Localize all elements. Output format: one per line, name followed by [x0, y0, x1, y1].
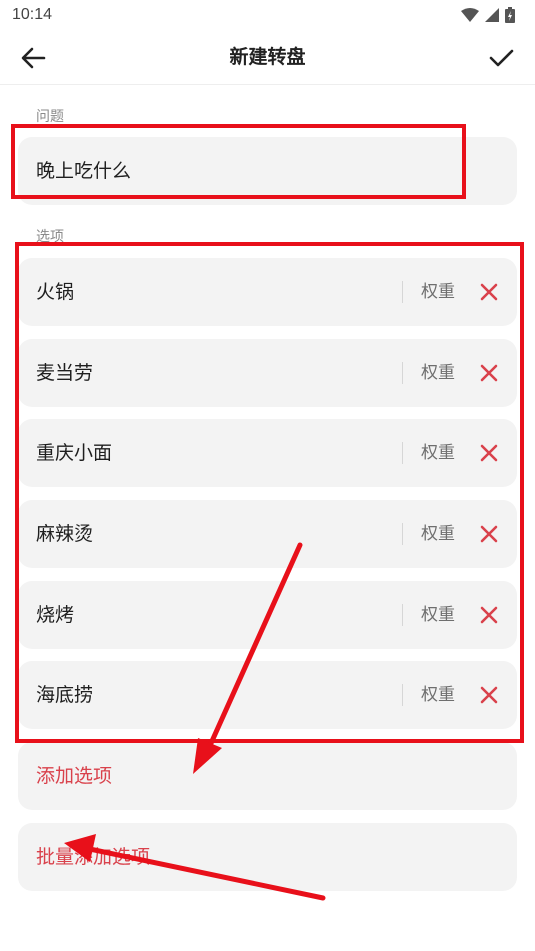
option-row: 海底捞 权重	[18, 661, 517, 729]
add-option-label: 添加选项	[36, 765, 113, 787]
weight-button[interactable]: 权重	[421, 581, 455, 649]
close-icon[interactable]	[478, 362, 500, 384]
close-icon[interactable]	[478, 604, 500, 626]
option-input[interactable]: 火锅	[36, 258, 74, 326]
batch-add-option-label: 批量添加选项	[36, 846, 151, 868]
option-row: 重庆小面 权重	[18, 419, 517, 487]
weight-button[interactable]: 权重	[421, 500, 455, 568]
wifi-icon	[461, 8, 479, 22]
option-input[interactable]: 麦当劳	[36, 339, 93, 407]
options-label: 选项	[36, 229, 64, 245]
close-icon[interactable]	[478, 281, 500, 303]
option-row: 火锅 权重	[18, 258, 517, 326]
arrow-to-add-option	[193, 542, 303, 774]
weight-button[interactable]: 权重	[421, 661, 455, 729]
option-input[interactable]: 重庆小面	[36, 419, 112, 487]
option-input[interactable]: 麻辣烫	[36, 500, 93, 568]
divider	[402, 442, 403, 464]
option-input[interactable]: 海底捞	[36, 661, 93, 729]
divider	[402, 523, 403, 545]
status-icons	[461, 7, 515, 23]
app-bar: 新建转盘	[0, 30, 535, 85]
page-title: 新建转盘	[229, 46, 306, 68]
question-label: 问题	[36, 109, 64, 125]
check-icon	[489, 49, 514, 67]
weight-button[interactable]: 权重	[421, 339, 455, 407]
batch-add-option-button[interactable]: 批量添加选项	[18, 823, 517, 891]
status-bar: 10:14	[0, 0, 535, 30]
add-option-button[interactable]: 添加选项	[18, 742, 517, 810]
divider	[402, 281, 403, 303]
question-input-value: 晚上吃什么	[36, 160, 132, 182]
option-row: 麻辣烫 权重	[18, 500, 517, 568]
close-icon[interactable]	[478, 442, 500, 464]
divider	[402, 362, 403, 384]
status-time: 10:14	[12, 6, 53, 23]
option-row: 烧烤 权重	[18, 581, 517, 649]
close-icon[interactable]	[478, 523, 500, 545]
cellular-signal-icon	[485, 8, 499, 22]
question-input[interactable]: 晚上吃什么	[18, 137, 517, 205]
arrow-left-icon	[21, 47, 46, 69]
divider	[402, 684, 403, 706]
confirm-button[interactable]	[485, 42, 517, 74]
weight-button[interactable]: 权重	[421, 258, 455, 326]
weight-button[interactable]: 权重	[421, 419, 455, 487]
close-icon[interactable]	[478, 684, 500, 706]
option-row: 麦当劳 权重	[18, 339, 517, 407]
option-input[interactable]: 烧烤	[36, 581, 74, 649]
back-button[interactable]	[18, 42, 50, 74]
battery-icon	[505, 7, 515, 23]
divider	[402, 604, 403, 626]
